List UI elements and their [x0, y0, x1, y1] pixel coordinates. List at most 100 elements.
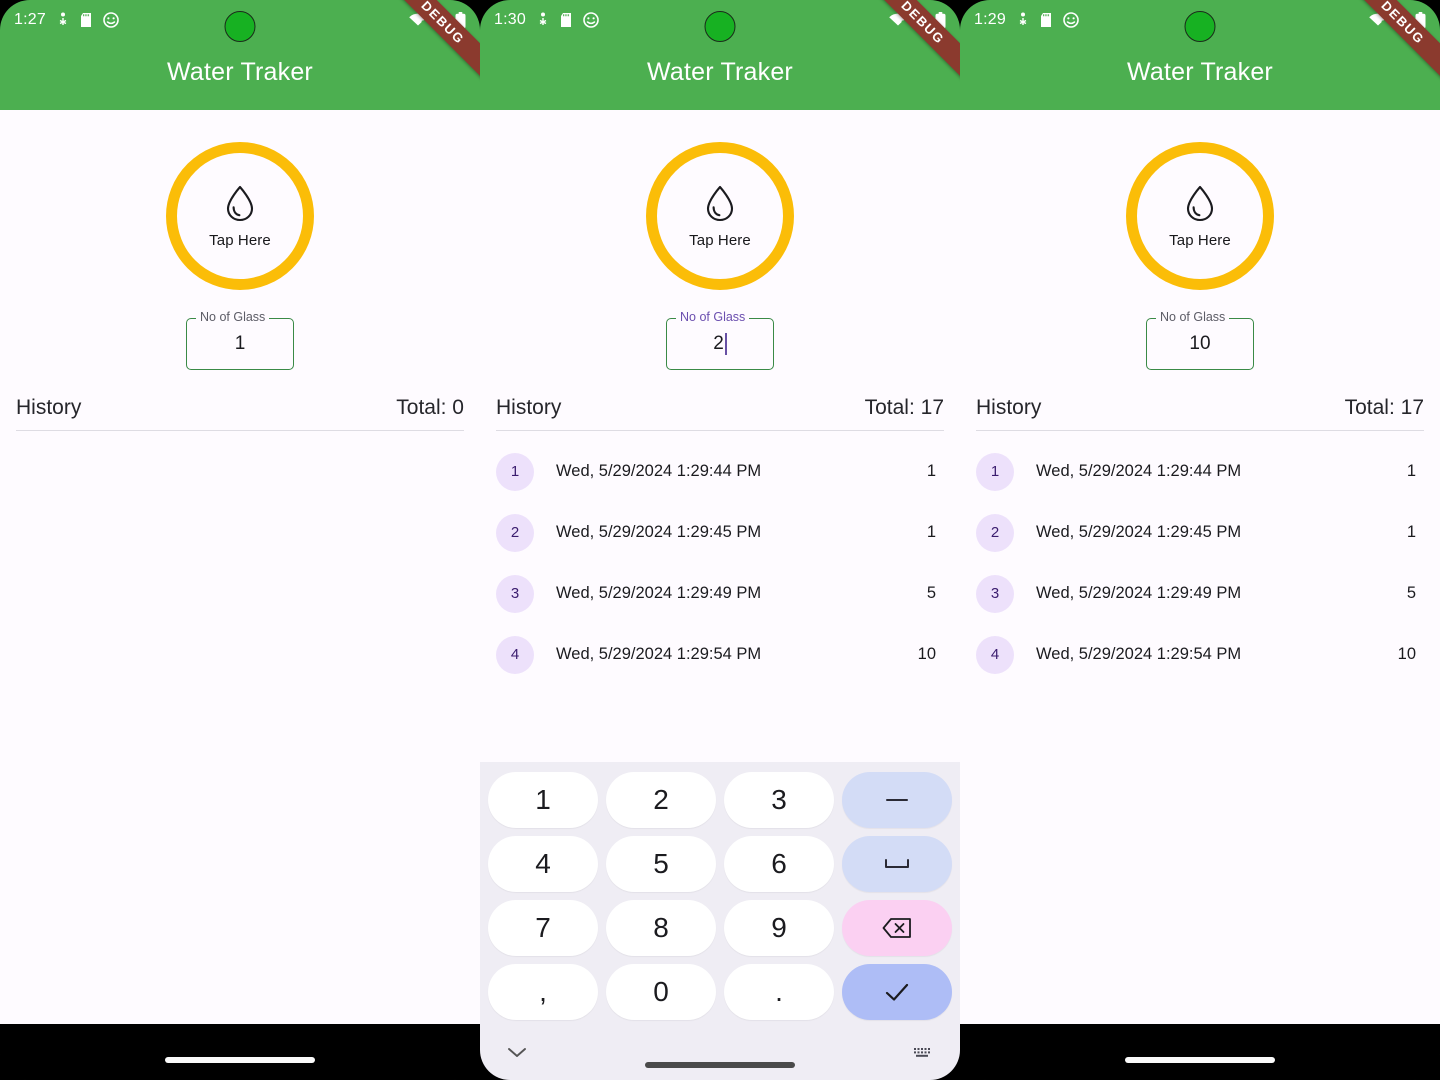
row-glass-count: 10 — [1397, 645, 1416, 663]
row-timestamp: Wed, 5/29/2024 1:29:49 PM — [1036, 584, 1242, 602]
keyboard-bottom-bar — [488, 1028, 952, 1080]
row-glass-count: 1 — [926, 523, 936, 541]
row-index-badge: 3 — [976, 574, 1014, 613]
history-list: 1 Wed, 5/29/2024 1:29:44 PM 1 2 Wed, 5/29/20… — [960, 431, 1440, 685]
row-index-badge: 1 — [976, 452, 1014, 491]
app-bar: 1:30 Water Traker DEBUG — [480, 0, 960, 110]
phone-screen-2: 1:30 Water Traker DEBUG Tap Here No of Glass… — [480, 0, 960, 1080]
home-indicator[interactable] — [1125, 1057, 1275, 1063]
bluetooth-off-icon — [1017, 12, 1029, 28]
no-of-glass-label: No of Glass — [196, 310, 270, 324]
water-drop-icon — [703, 183, 737, 228]
camera-punch-hole — [1184, 11, 1216, 42]
no-of-glass-value: 2 — [713, 333, 724, 354]
key-8[interactable]: 8 — [606, 900, 716, 956]
home-indicator — [645, 1062, 795, 1068]
tap-here-button[interactable]: Tap Here — [1126, 142, 1274, 290]
history-row[interactable]: 3 Wed, 5/29/2024 1:29:49 PM 5 — [960, 563, 1440, 624]
key-minus[interactable] — [842, 772, 952, 828]
history-row[interactable]: 2 Wed, 5/29/2024 1:29:45 PM 1 — [960, 502, 1440, 563]
keyboard-row: 123 — [488, 772, 952, 828]
history-row[interactable]: 3 Wed, 5/29/2024 1:29:49 PM 5 — [480, 563, 960, 624]
row-index-badge: 1 — [496, 452, 534, 491]
key-comma[interactable]: , — [488, 964, 598, 1020]
history-row[interactable]: 1 Wed, 5/29/2024 1:29:44 PM 1 — [960, 441, 1440, 502]
row-timestamp: Wed, 5/29/2024 1:29:45 PM — [1036, 523, 1242, 541]
status-left: 1:30 — [494, 11, 599, 29]
phone-screen-3: 1:29 Water Traker DEBUG Tap Here No of Glass… — [960, 0, 1440, 1080]
page-title: Water Traker — [167, 58, 313, 86]
emoji-icon — [103, 12, 119, 28]
camera-punch-hole — [704, 11, 736, 42]
emoji-icon — [583, 12, 599, 28]
no-of-glass-label: No of Glass — [1156, 310, 1230, 324]
history-title: History — [976, 396, 1042, 419]
row-index-badge: 4 — [496, 635, 534, 674]
history-row[interactable]: 2 Wed, 5/29/2024 1:29:45 PM 1 — [480, 502, 960, 563]
key-4[interactable]: 4 — [488, 836, 598, 892]
no-of-glass-input[interactable]: No of Glass 1 — [186, 310, 294, 370]
key-2[interactable]: 2 — [606, 772, 716, 828]
tap-here-button[interactable]: Tap Here — [646, 142, 794, 290]
history-title: History — [496, 396, 562, 419]
status-clock: 1:27 — [14, 11, 46, 28]
history-row[interactable]: 1 Wed, 5/29/2024 1:29:44 PM 1 — [480, 441, 960, 502]
no-of-glass-input[interactable]: No of Glass 2 — [666, 310, 774, 370]
camera-punch-hole — [224, 11, 256, 42]
row-glass-count: 1 — [1406, 462, 1416, 480]
app-bar: 1:27 Water Traker DEBUG — [0, 0, 480, 110]
key-7[interactable]: 7 — [488, 900, 598, 956]
tap-here-label: Tap Here — [1169, 232, 1231, 249]
sd-card-icon — [560, 12, 572, 28]
bluetooth-off-icon — [57, 12, 69, 28]
history-row[interactable]: 4 Wed, 5/29/2024 1:29:54 PM 10 — [960, 624, 1440, 685]
total-count: Total: 0 — [396, 396, 464, 419]
row-glass-count: 1 — [1406, 523, 1416, 541]
row-index-badge: 3 — [496, 574, 534, 613]
tap-here-label: Tap Here — [689, 232, 751, 249]
keyboard-icon[interactable] — [912, 1044, 934, 1065]
key-9[interactable]: 9 — [724, 900, 834, 956]
history-header: History Total: 17 — [480, 396, 960, 430]
no-of-glass-input[interactable]: No of Glass 10 — [1146, 310, 1254, 370]
row-glass-count: 1 — [926, 462, 936, 480]
page-title: Water Traker — [647, 58, 793, 86]
total-count: Total: 17 — [864, 396, 944, 419]
numeric-keyboard[interactable]: 123 456 789,0. — [480, 762, 960, 1080]
tap-here-label: Tap Here — [209, 232, 271, 249]
key-backspace[interactable] — [842, 900, 952, 956]
emoji-icon — [1063, 12, 1079, 28]
tap-here-button[interactable]: Tap Here — [166, 142, 314, 290]
row-timestamp: Wed, 5/29/2024 1:29:44 PM — [556, 462, 762, 480]
no-of-glass-label: No of Glass — [676, 310, 750, 324]
key-space[interactable] — [842, 836, 952, 892]
status-left: 1:27 — [14, 11, 119, 29]
tap-button-area: Tap Here — [960, 142, 1440, 290]
history-header: History Total: 0 — [0, 396, 480, 430]
system-nav-bar — [960, 1024, 1440, 1080]
key-enter[interactable] — [842, 964, 952, 1020]
row-timestamp: Wed, 5/29/2024 1:29:44 PM — [1036, 462, 1242, 480]
keyboard-row: 456 — [488, 836, 952, 892]
status-left: 1:29 — [974, 11, 1079, 29]
history-list: 1 Wed, 5/29/2024 1:29:44 PM 1 2 Wed, 5/29/20… — [480, 431, 960, 685]
status-clock: 1:30 — [494, 11, 526, 28]
total-count: Total: 17 — [1344, 396, 1424, 419]
key-3[interactable]: 3 — [724, 772, 834, 828]
chevron-down-icon[interactable] — [506, 1045, 528, 1064]
row-glass-count: 10 — [917, 645, 936, 663]
key-period[interactable]: . — [724, 964, 834, 1020]
key-0[interactable]: 0 — [606, 964, 716, 1020]
water-drop-icon — [223, 183, 257, 228]
home-indicator[interactable] — [165, 1057, 315, 1063]
row-timestamp: Wed, 5/29/2024 1:29:49 PM — [556, 584, 762, 602]
history-row[interactable]: 4 Wed, 5/29/2024 1:29:54 PM 10 — [480, 624, 960, 685]
key-6[interactable]: 6 — [724, 836, 834, 892]
history-list — [0, 431, 480, 441]
key-5[interactable]: 5 — [606, 836, 716, 892]
row-index-badge: 2 — [976, 513, 1014, 552]
phone-screen-1: 1:27 Water Traker DEBUG Tap Here No of Glass… — [0, 0, 480, 1080]
app-bar: 1:29 Water Traker DEBUG — [960, 0, 1440, 110]
row-index-badge: 2 — [496, 513, 534, 552]
key-1[interactable]: 1 — [488, 772, 598, 828]
